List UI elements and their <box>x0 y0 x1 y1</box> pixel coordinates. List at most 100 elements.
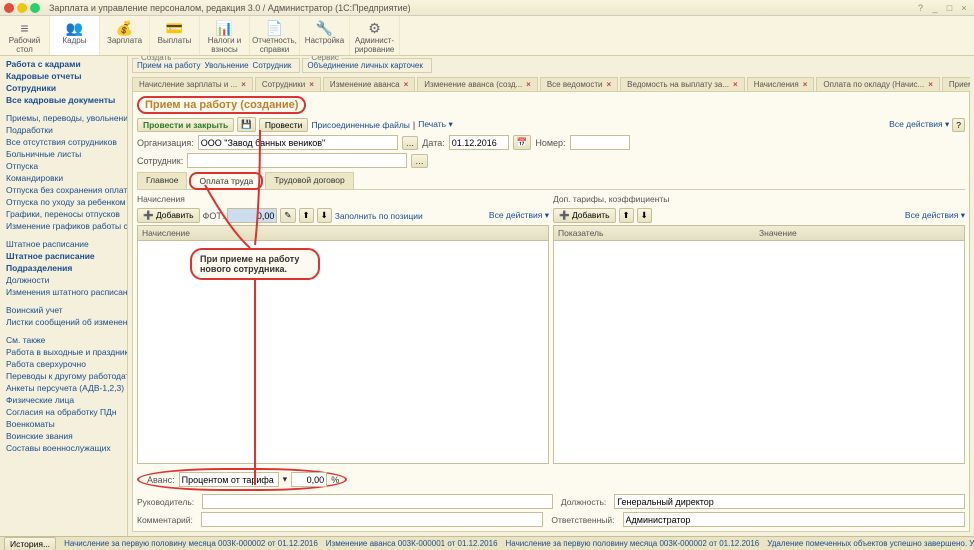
service-link[interactable]: Объединение личных карточек <box>307 61 422 70</box>
date-input[interactable] <box>449 135 509 150</box>
sidebar-item[interactable]: Все отсутствия сотрудников <box>0 136 127 148</box>
sidebar-item[interactable]: Подработки <box>0 124 127 136</box>
save-icon[interactable]: 💾 <box>237 117 256 132</box>
right-all-actions[interactable]: Все действия ▾ <box>905 210 965 221</box>
sidebar-item[interactable]: Должности <box>0 274 127 286</box>
fill-by-position-link[interactable]: Заполнить по позиции <box>335 211 423 221</box>
sidebar-item[interactable]: Физические лица <box>0 394 127 406</box>
sidebar-item[interactable]: Штатное расписание <box>0 250 127 262</box>
toolbar-Отчетность,[interactable]: 📄Отчетность,справки <box>250 16 300 55</box>
close-tab-icon[interactable]: × <box>404 80 409 89</box>
tab[interactable]: Изменение аванса× <box>323 77 415 91</box>
sidebar-item[interactable]: Воинский учет <box>0 304 127 316</box>
subtab-main[interactable]: Главное <box>137 172 187 189</box>
tab[interactable]: Начисления× <box>747 77 815 91</box>
status-item[interactable]: Удаление помеченных объектов успешно зав… <box>767 539 974 548</box>
date-picker-icon[interactable]: 📅 <box>513 135 532 150</box>
sidebar-item[interactable]: Анкеты персучета (АДВ-1,2,3) <box>0 382 127 394</box>
sidebar-item[interactable]: Командировки <box>0 172 127 184</box>
number-input[interactable] <box>570 135 630 150</box>
help-icon[interactable]: ? <box>914 3 926 13</box>
sidebar-item[interactable]: Военкоматы <box>0 418 127 430</box>
down-icon-right[interactable]: ⬇ <box>637 208 652 223</box>
sidebar-item[interactable]: Листки сообщений об изменениях <box>0 316 127 328</box>
avans-value-input[interactable] <box>291 472 327 487</box>
tab[interactable]: Все ведомости× <box>540 77 618 91</box>
avans-mode-select[interactable] <box>179 472 279 487</box>
sidebar-item[interactable]: Переводы к другому работодателю <box>0 370 127 382</box>
max-icon[interactable]: □ <box>943 3 955 13</box>
close-tab-icon[interactable]: × <box>241 80 246 89</box>
dropdown-icon[interactable]: ▾ <box>283 474 288 485</box>
tab[interactable]: Изменение аванса (созд...× <box>417 77 538 91</box>
org-input[interactable] <box>198 135 398 150</box>
org-select-icon[interactable]: … <box>402 136 419 150</box>
add-row-button-right[interactable]: ➕ Добавить <box>553 208 616 223</box>
up-icon[interactable]: ⬆ <box>299 208 314 223</box>
post-button[interactable]: Провести <box>259 118 309 132</box>
post-and-close-button[interactable]: Провести и закрыть <box>137 118 234 132</box>
close-window-icon[interactable] <box>4 3 14 13</box>
sidebar-item[interactable]: Воинские звания <box>0 430 127 442</box>
service-link[interactable]: Сотрудник <box>253 61 292 70</box>
status-item[interactable]: Начисление за первую половину месяца 003… <box>64 539 318 548</box>
down-icon[interactable]: ⬇ <box>317 208 332 223</box>
toolbar-Выплаты[interactable]: 💳Выплаты <box>150 16 200 55</box>
sidebar-item[interactable]: Штатное расписание <box>0 238 127 250</box>
position-input[interactable] <box>614 494 965 509</box>
sidebar-item[interactable]: Работа в выходные и праздники <box>0 346 127 358</box>
close-tab-icon[interactable]: × <box>309 80 314 89</box>
employee-select-icon[interactable]: … <box>411 154 428 168</box>
maximize-window-icon[interactable] <box>30 3 40 13</box>
service-link[interactable]: Прием на работу <box>137 61 200 70</box>
close-tab-icon[interactable]: × <box>733 80 738 89</box>
toolbar-Кадры[interactable]: 👥Кадры <box>50 16 100 55</box>
up-icon-right[interactable]: ⬆ <box>619 208 634 223</box>
toolbar-Рабочий[interactable]: ≡Рабочийстол <box>0 16 50 55</box>
sidebar-item[interactable]: Отпуска без сохранения оплаты <box>0 184 127 196</box>
all-actions-link[interactable]: Все действия ▾ <box>889 119 949 130</box>
sidebar-item[interactable]: Изменения штатного расписания <box>0 286 127 298</box>
sidebar-item[interactable]: Приемы, переводы, увольнения <box>0 112 127 124</box>
left-all-actions[interactable]: Все действия ▾ <box>489 210 549 221</box>
toolbar-Админист-[interactable]: ⚙Админист-рирование <box>350 16 400 55</box>
status-item[interactable]: Начисление за первую половину месяца 003… <box>506 539 760 548</box>
employee-input[interactable] <box>187 153 407 168</box>
tab[interactable]: Сотрудники× <box>255 77 321 91</box>
minimize-window-icon[interactable] <box>17 3 27 13</box>
sidebar-item[interactable]: Работа сверхурочно <box>0 358 127 370</box>
sidebar-item[interactable]: Все кадровые документы <box>0 94 127 106</box>
close-icon[interactable]: × <box>958 3 970 13</box>
manager-input[interactable] <box>202 494 553 509</box>
sidebar-item[interactable]: Изменение графиков работы списком <box>0 220 127 232</box>
tab[interactable]: Приемы на работу, пере...× <box>942 77 970 91</box>
toolbar-Налоги и[interactable]: 📊Налоги ивзносы <box>200 16 250 55</box>
sidebar-item[interactable]: Работа с кадрами <box>0 58 127 70</box>
close-tab-icon[interactable]: × <box>606 80 611 89</box>
toolbar-Зарплата[interactable]: 💰Зарплата <box>100 16 150 55</box>
sidebar-item[interactable]: Графики, переносы отпусков <box>0 208 127 220</box>
tab[interactable]: Ведомость на выплату за...× <box>620 77 745 91</box>
print-link[interactable]: Печать ▾ <box>418 119 452 130</box>
close-tab-icon[interactable]: × <box>928 80 933 89</box>
sidebar-item[interactable]: Сотрудники <box>0 82 127 94</box>
edit-icon[interactable]: ✎ <box>280 208 295 223</box>
add-row-button[interactable]: ➕ Добавить <box>137 208 200 223</box>
tab[interactable]: Оплата по окладу (Начис...× <box>816 77 939 91</box>
tab[interactable]: Начисление зарплаты и ...× <box>132 77 253 91</box>
subtab-payment[interactable]: Оплата труда <box>189 172 263 190</box>
responsible-input[interactable] <box>623 512 966 527</box>
toolbar-Настройка[interactable]: 🔧Настройка <box>300 16 350 55</box>
sidebar-item[interactable]: Кадровые отчеты <box>0 70 127 82</box>
sidebar-item[interactable]: Больничные листы <box>0 148 127 160</box>
status-item[interactable]: Изменение аванса 003К-000001 от 01.12.20… <box>326 539 498 548</box>
sidebar-item[interactable]: Составы военнослужащих <box>0 442 127 454</box>
coeff-grid[interactable]: Показатель Значение <box>553 225 965 464</box>
subtab-contract[interactable]: Трудовой договор <box>265 172 353 189</box>
close-tab-icon[interactable]: × <box>526 80 531 89</box>
fot-input[interactable] <box>227 208 277 223</box>
sidebar-item[interactable]: Согласия на обработку ПДн <box>0 406 127 418</box>
min-icon[interactable]: _ <box>929 3 941 13</box>
sidebar-item[interactable]: Отпуска по уходу за ребенком <box>0 196 127 208</box>
attached-files-link[interactable]: Присоединенные файлы <box>311 120 409 130</box>
